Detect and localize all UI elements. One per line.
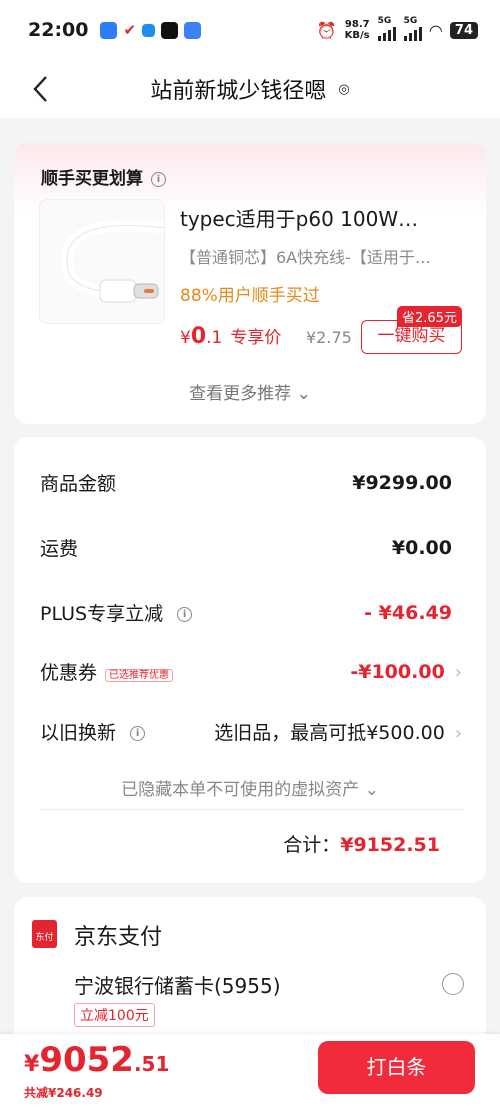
promo-badge: 立减100元 bbox=[74, 1003, 155, 1027]
signal-icon-2: 5G bbox=[403, 16, 422, 44]
chevron-right-icon: › bbox=[454, 723, 462, 744]
app-icon-chat bbox=[184, 21, 202, 39]
chevron-right-icon: › bbox=[454, 661, 462, 683]
jd-pay-icon: 东付 bbox=[32, 920, 57, 948]
net-speed: 98.7 KB/s bbox=[344, 19, 370, 41]
app-icon-red: ✔ bbox=[123, 21, 137, 39]
nav-bar: 站前新城少钱径嗯 ◎ bbox=[0, 60, 500, 118]
info-icon[interactable]: i bbox=[130, 726, 146, 741]
wifi-icon: ◠ bbox=[429, 20, 442, 40]
tiktok-icon bbox=[161, 21, 179, 39]
recommend-heading: 顺手买更划算 i bbox=[41, 164, 166, 189]
recommend-card: 顺手买更划算 i typec适用于p60 100W… 【普通铜芯】6A快充线-【适… bbox=[14, 143, 486, 424]
total-row: 合计：¥9152.51 bbox=[283, 834, 440, 856]
chevron-down-icon: ⌄ bbox=[364, 780, 379, 800]
purchase-rate: 88%用户顺手买过 bbox=[180, 286, 320, 306]
page-title: 站前新城少钱径嗯 bbox=[150, 79, 327, 104]
trade-in-row[interactable]: 以旧换新 i 选旧品，最高可抵¥500.00 › bbox=[40, 718, 462, 745]
payment-title: 京东支付 bbox=[74, 925, 163, 950]
signal-icon: 5G bbox=[377, 16, 396, 44]
product-image[interactable] bbox=[39, 199, 165, 324]
bottom-bar: ¥9052.51 共减¥246.49 打白条 bbox=[0, 1034, 500, 1111]
app-icon-blue bbox=[100, 21, 118, 39]
shipping-row: 运费 ¥0.00 bbox=[40, 536, 452, 561]
original-price: ¥2.75 bbox=[306, 328, 352, 347]
divider bbox=[40, 809, 464, 810]
coupon-badge: 已选推荐优惠 bbox=[105, 669, 174, 682]
alarm-icon: ⏰ bbox=[316, 20, 337, 40]
price-tag: 专享价 bbox=[230, 328, 282, 348]
chevron-down-icon: ⌄ bbox=[296, 384, 311, 404]
hidden-assets-note[interactable]: 已隐藏本单不可使用的虚拟资产 ⌄ bbox=[14, 775, 486, 800]
info-icon[interactable]: i bbox=[177, 607, 193, 622]
goods-amount-row: 商品金额 ¥9299.00 bbox=[40, 471, 452, 496]
total-saved: 共减¥246.49 bbox=[24, 1086, 103, 1100]
status-bar: 22:00 ✔ ⏰ 98.7 KB/s 5G 5G ◠ 74 bbox=[0, 0, 500, 60]
chevron-left-icon[interactable] bbox=[28, 74, 58, 104]
app-icon-cloud bbox=[142, 23, 156, 37]
usb-cable-icon bbox=[61, 219, 164, 303]
more-recommend-link[interactable]: 查看更多推荐 ⌄ bbox=[14, 379, 486, 404]
pay-baitiao-button[interactable]: 打白条 bbox=[318, 1041, 475, 1094]
product-subtitle: 【普通铜芯】6A快充线-【适用于… bbox=[180, 248, 431, 267]
product-price: ¥0.1 专享价 bbox=[180, 324, 282, 349]
status-time: 22:00 bbox=[28, 19, 89, 41]
save-badge: 省2.65元 bbox=[397, 306, 462, 327]
info-icon[interactable]: i bbox=[151, 171, 166, 187]
bank-radio[interactable] bbox=[442, 973, 464, 995]
final-price: ¥9052.51 bbox=[24, 1040, 170, 1080]
product-title[interactable]: typec适用于p60 100W… bbox=[180, 203, 470, 232]
order-summary-card: 商品金额 ¥9299.00 运费 ¥0.00 PLUS专享立减 i - ¥46.… bbox=[14, 437, 486, 883]
location-pin-icon[interactable]: ◎ bbox=[338, 82, 349, 97]
coupon-row[interactable]: 优惠券 已选推荐优惠 -¥100.00 › bbox=[40, 658, 462, 685]
payment-card: 东付 京东支付 宁波银行储蓄卡(5955) 立减100元 bbox=[14, 897, 486, 1047]
bank-card-option[interactable]: 宁波银行储蓄卡(5955) bbox=[74, 970, 281, 999]
battery-icon: 74 bbox=[449, 21, 478, 39]
plus-discount-row: PLUS专享立减 i - ¥46.49 bbox=[40, 601, 452, 626]
